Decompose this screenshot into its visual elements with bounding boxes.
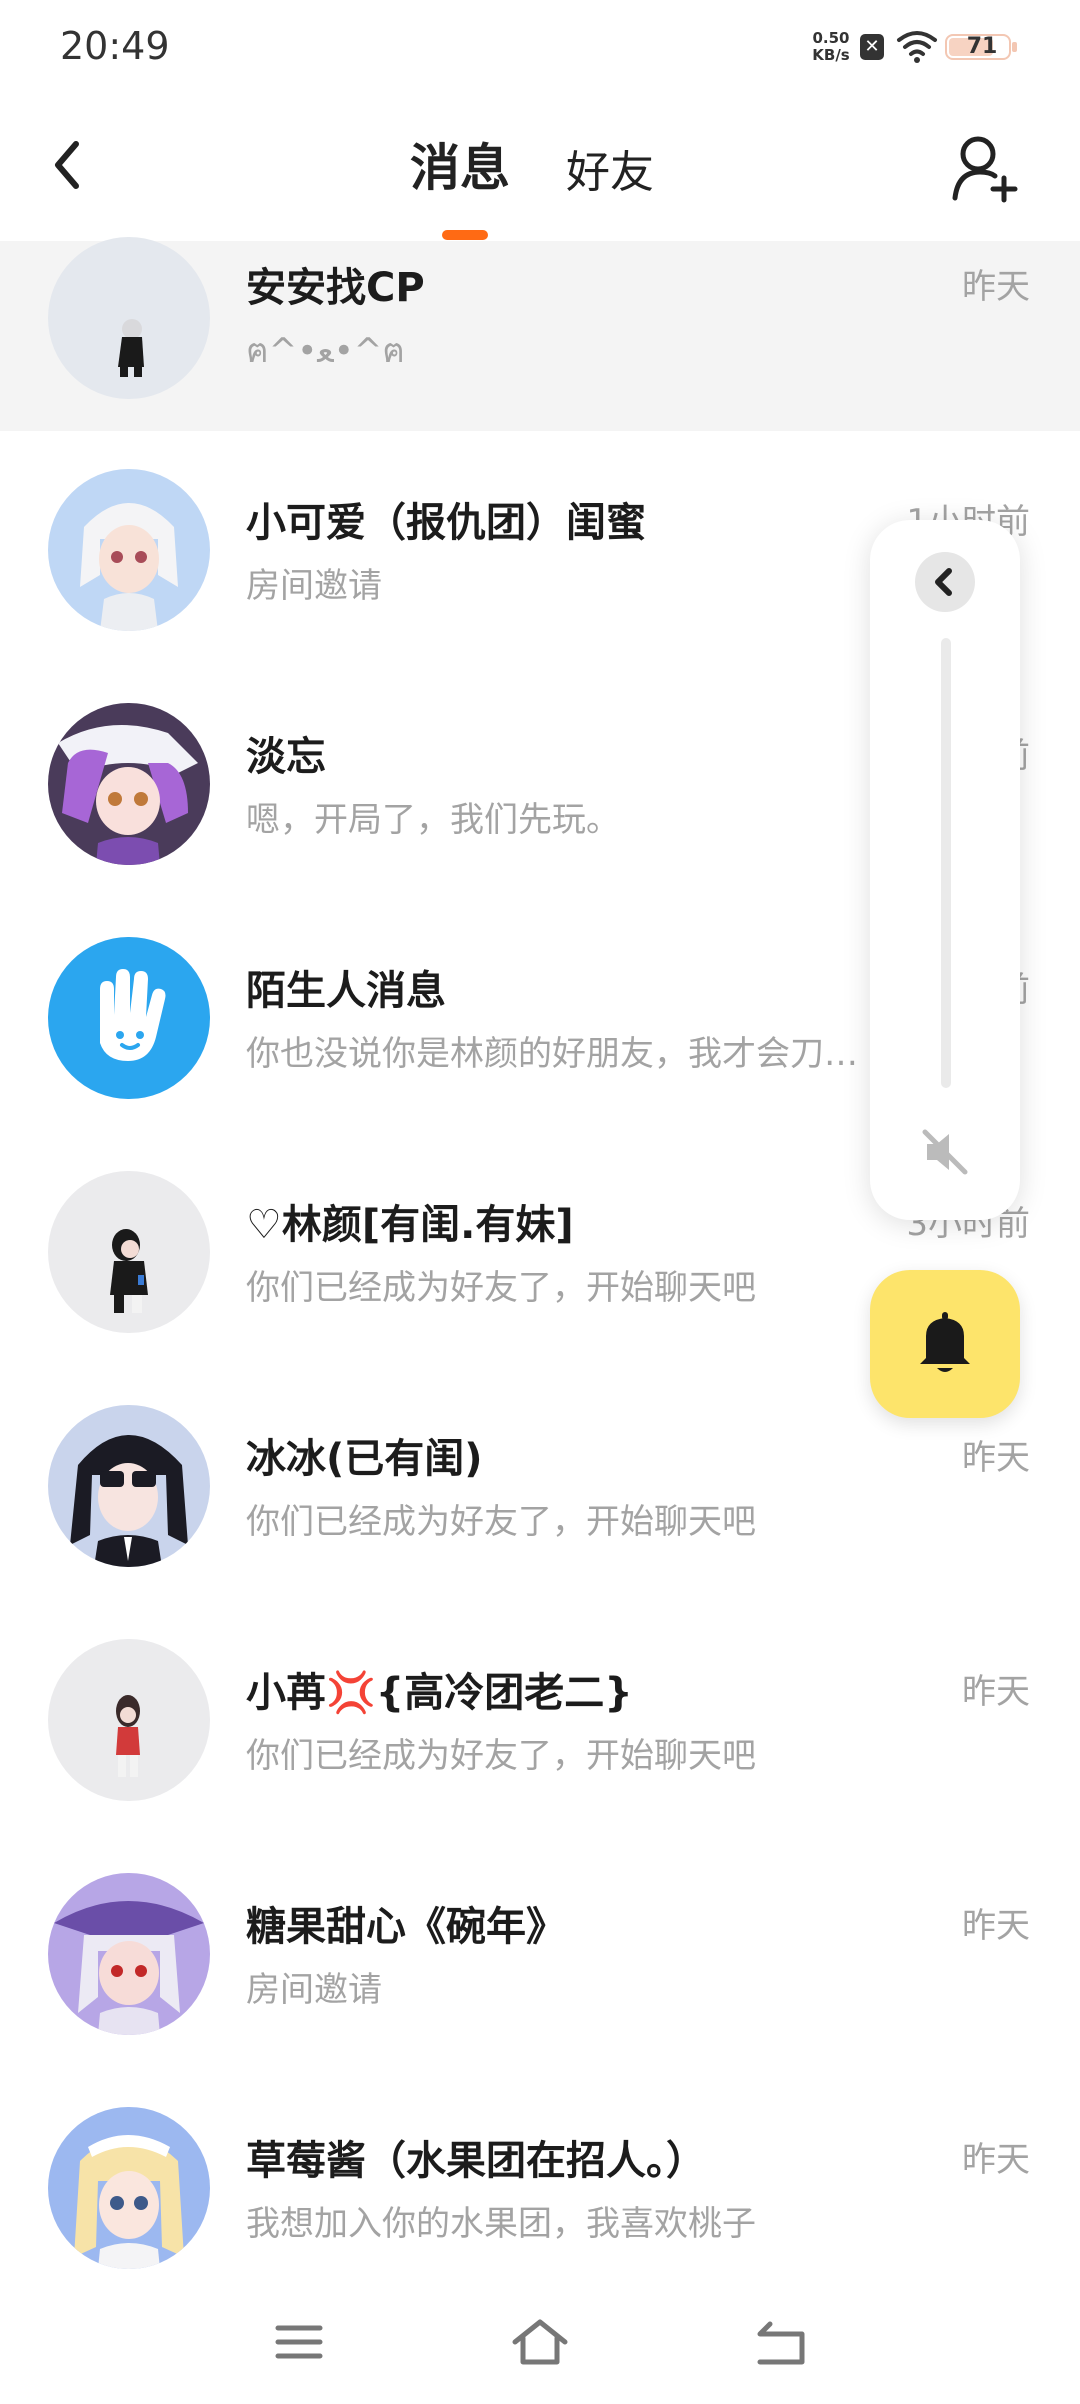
conversation-item[interactable]: 糖果甜心《碗年》 房间邀请 昨天 — [0, 1870, 1080, 2095]
conversation-name: 小苒💢{高冷团老二} — [246, 1670, 633, 1716]
header: 消息 好友 — [0, 96, 1080, 243]
conversation-name: 安安找CP — [246, 265, 425, 311]
avatar — [48, 1639, 210, 1801]
volume-mute-icon[interactable] — [913, 1120, 977, 1184]
conversation-name: 小可爱（报仇团）闺蜜 — [246, 500, 646, 546]
conversation-name: ♡林颜[有闺.有妹] — [246, 1202, 574, 1248]
add-user-icon — [952, 136, 1018, 203]
tab-friends[interactable]: 好友 — [566, 136, 654, 200]
conversation-name: 草莓酱（水果团在招人。） — [246, 2138, 706, 2184]
notification-bell-button[interactable] — [870, 1270, 1020, 1418]
conversation-time: 昨天 — [962, 267, 1030, 307]
conversation-preview: 你们已经成为好友了，开始聊天吧 — [246, 1502, 756, 1542]
avatar — [48, 703, 210, 865]
conversation-preview: 房间邀请 — [246, 566, 382, 606]
avatar — [48, 237, 210, 399]
conversation-preview: ฅ^•ﻌ•^ฅ — [246, 331, 405, 371]
volume-slider[interactable] — [941, 638, 951, 1088]
status-time: 20:49 — [60, 24, 170, 68]
network-speed: 0.50 KB/s — [808, 30, 854, 64]
bell-icon — [920, 1312, 970, 1372]
chevron-left-icon — [55, 141, 79, 189]
conversation-preview: 房间邀请 — [246, 1970, 382, 2010]
add-friend-button[interactable] — [950, 132, 1020, 204]
home-icon[interactable] — [505, 2312, 575, 2372]
navigation-bar — [0, 2290, 1080, 2404]
conversation-preview: 你们已经成为好友了，开始聊天吧 — [246, 1268, 756, 1308]
avatar — [48, 2107, 210, 2269]
conversation-item[interactable]: 小苒💢{高冷团老二} 你们已经成为好友了，开始聊天吧 昨天 — [0, 1636, 1080, 1861]
back-button[interactable] — [40, 130, 100, 200]
chevron-left-icon — [935, 568, 952, 596]
battery-icon: 71 — [944, 32, 1020, 62]
tab-messages[interactable]: 消息 — [410, 128, 510, 200]
avatar — [48, 1171, 210, 1333]
wifi-icon — [897, 31, 937, 63]
conversation-time: 昨天 — [962, 1672, 1030, 1712]
battery-level: 71 — [966, 34, 998, 59]
conversation-time: 昨天 — [962, 2140, 1030, 2180]
volume-panel — [870, 520, 1020, 1220]
menu-icon[interactable] — [264, 2312, 334, 2372]
stranger-hand-icon — [100, 969, 166, 1061]
conversation-item[interactable]: 冰冰(已有闺) 你们已经成为好友了，开始聊天吧 昨天 — [0, 1402, 1080, 1627]
conversation-item[interactable]: 安安找CP ฅ^•ﻌ•^ฅ 昨天 — [0, 237, 1080, 431]
active-tab-indicator — [442, 230, 488, 240]
volume-collapse-button[interactable] — [915, 552, 975, 612]
conversation-preview: 你也没说你是林颜的好朋友，我才会刀… — [246, 1034, 858, 1074]
avatar — [48, 1405, 210, 1567]
conversation-name: 淡忘 — [246, 734, 326, 780]
conversation-name: 陌生人消息 — [246, 968, 446, 1014]
avatar — [48, 469, 210, 631]
avatar — [48, 1873, 210, 2035]
back-icon[interactable] — [746, 2312, 816, 2372]
conversation-name: 冰冰(已有闺) — [246, 1436, 483, 1482]
avatar — [48, 937, 210, 1099]
conversation-preview: 你们已经成为好友了，开始聊天吧 — [246, 1736, 756, 1776]
conversation-preview: 嗯，开局了，我们先玩。 — [246, 800, 620, 840]
network-speed-value: 0.50 — [812, 29, 850, 47]
conversation-preview: 我想加入你的水果团，我喜欢桃子 — [246, 2204, 756, 2244]
conversation-name: 糖果甜心《碗年》 — [246, 1904, 566, 1950]
status-bar: 20:49 0.50 KB/s ✕ 71 — [0, 0, 1080, 96]
conversation-time: 昨天 — [962, 1906, 1030, 1946]
notification-x-icon: ✕ — [860, 34, 884, 60]
network-speed-unit: KB/s — [812, 46, 850, 64]
conversation-time: 昨天 — [962, 1438, 1030, 1478]
